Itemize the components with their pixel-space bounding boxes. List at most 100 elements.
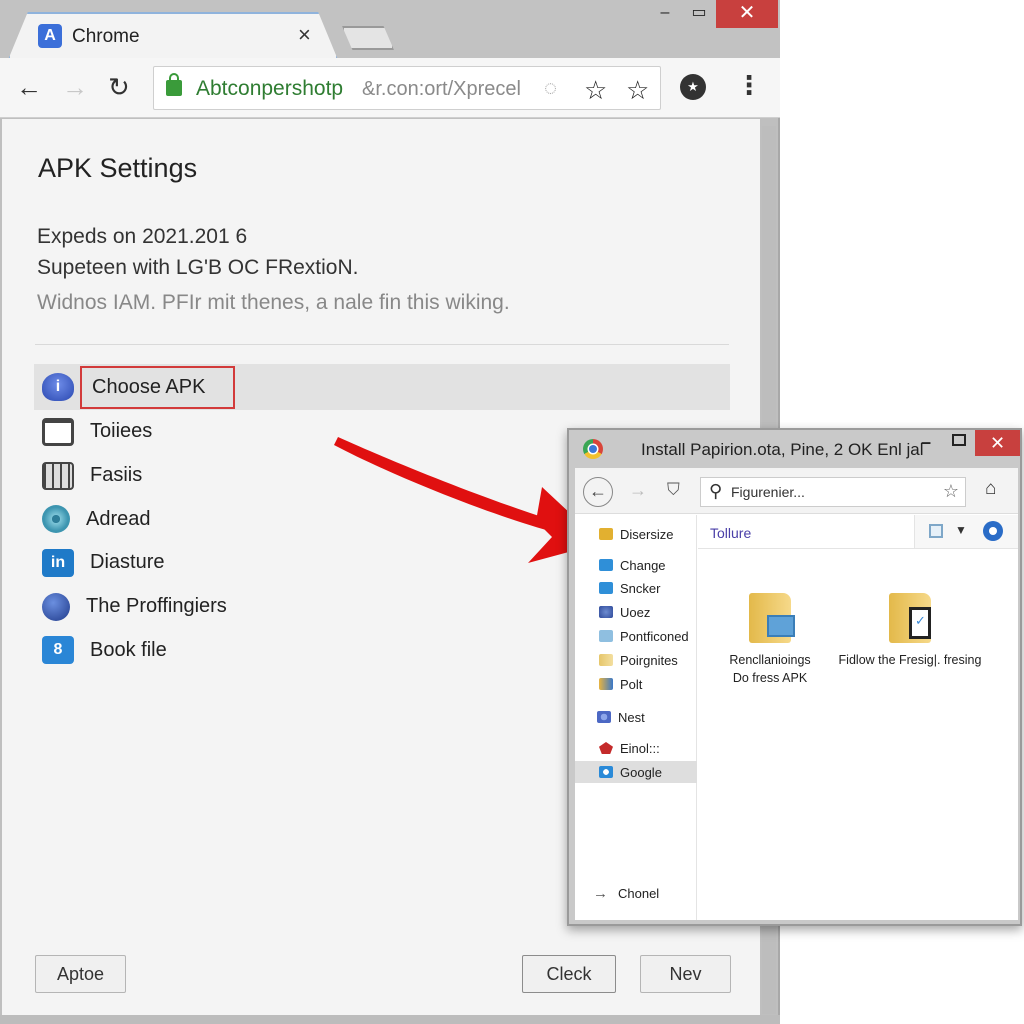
dialog-back-icon[interactable]: ←	[583, 477, 613, 507]
nav-item-label: Nest	[618, 709, 645, 725]
nav-item-google[interactable]: Google	[575, 761, 697, 783]
arrow-right-icon: →	[593, 884, 608, 902]
nav-item-poirgnites[interactable]: Poirgnites	[575, 649, 697, 671]
list-item-label: The Proffingiers	[86, 595, 227, 618]
dialog-body: ← → ⛉ ⚲ Figurenier... ☆ ⌂ Disersize Chan…	[575, 468, 1018, 920]
new-tab-button[interactable]	[342, 26, 394, 50]
nav-item-uoez[interactable]: Uoez	[575, 601, 697, 623]
close-window-button[interactable]: ✕	[716, 0, 778, 28]
file-name: Rencllanioings Do fress APK	[710, 651, 830, 687]
list-item-label: Book file	[90, 638, 167, 661]
dialog-content-header: Tollure ▼	[698, 515, 1018, 549]
forward-arrow-icon[interactable]: →	[62, 72, 88, 102]
file-item-apk[interactable]: Rencllanioings Do fress APK	[710, 593, 830, 687]
folder-icon	[749, 593, 795, 643]
url-host: Abtconpershotp	[196, 77, 344, 100]
nav-item-label: Sncker	[620, 580, 661, 596]
chevron-down-icon[interactable]: ▼	[955, 523, 967, 537]
folder-icon	[599, 630, 613, 642]
back-arrow-icon[interactable]: ←	[16, 72, 42, 102]
tab-close-icon[interactable]: ×	[298, 22, 311, 48]
dialog-maximize-button[interactable]	[952, 434, 966, 446]
reload-icon[interactable]: ↻	[108, 72, 130, 102]
nav-item-change[interactable]: Change	[575, 554, 697, 576]
dialog-toolbar: ← → ⛉ ⚲ Figurenier... ☆ ⌂	[575, 468, 1018, 514]
book-icon	[599, 678, 613, 690]
maximize-button[interactable]: ▭	[684, 0, 714, 28]
browser-toolbar: ← → ↻ Abtconpershotp &r.con:ort/Xprecel …	[0, 58, 780, 118]
apk-badge-icon	[767, 615, 795, 637]
nav-item-pontficoned[interactable]: Pontficoned	[575, 625, 697, 647]
nav-item-label: Chonel	[618, 885, 660, 901]
home-icon[interactable]: ⌂	[985, 478, 996, 500]
description-line: Supeteen with LG'B OC FRextioN.	[37, 256, 359, 279]
favorite-star-icon[interactable]: ☆	[626, 75, 649, 106]
folder-stack-icon	[599, 654, 613, 666]
dialog-title-bar: Install Papirion.ota, Pine, 2 OK Enl jal…	[569, 430, 1020, 468]
nav-item-label: Uoez	[620, 604, 651, 620]
file-item[interactable]: Fidlow the Fresig|. fresing	[830, 593, 990, 669]
nest-icon	[597, 711, 611, 723]
tab-title[interactable]: Chrome	[72, 26, 140, 48]
nav-item-einol[interactable]: Einol:::	[575, 737, 697, 759]
list-item-choose-apk[interactable]: i Choose APK	[34, 364, 730, 410]
address-bar[interactable]: Abtconpershotp &r.con:ort/Xprecel ◌ ☆ ☆	[153, 66, 661, 110]
nav-item-chonel[interactable]: → Chonel	[575, 882, 697, 904]
file-name-line: Do fress APK	[732, 671, 808, 685]
warning-bell-icon	[599, 528, 613, 540]
list-item-label: Fasiis	[90, 464, 143, 487]
nav-item-label: Einol:::	[620, 740, 660, 756]
arrow-shaft	[334, 437, 568, 535]
globe-icon	[42, 592, 70, 621]
folder-icon	[599, 559, 613, 571]
dialog-forward-icon[interactable]: →	[629, 480, 647, 501]
location-label[interactable]: Tollure	[710, 525, 751, 541]
search-icon: ⚲	[709, 481, 723, 501]
list-item-label: Adreаd	[86, 507, 151, 530]
settings-circle-icon[interactable]	[983, 521, 1003, 541]
view-mode-icon[interactable]	[929, 524, 943, 538]
nav-item-disersize[interactable]: Disersize	[575, 523, 697, 545]
folder-icon	[599, 582, 613, 594]
tab-favicon-icon: A	[38, 24, 62, 48]
list-item-label: Diasture	[90, 551, 165, 574]
linkedin-icon: in	[42, 548, 74, 577]
einol-icon	[599, 742, 613, 754]
tablet-check-icon	[909, 607, 931, 639]
list-item-label: Toiiees	[90, 420, 153, 443]
chrome-logo-icon	[583, 439, 603, 459]
divider	[35, 344, 729, 345]
dialog-nav-pane: Disersize Change Sncker Uoez Pontficoned…	[575, 515, 697, 920]
calendar-icon	[42, 417, 74, 446]
more-menu-icon[interactable]: ⋮	[736, 70, 762, 101]
nav-item-nest[interactable]: Nest	[575, 706, 697, 728]
dialog-close-button[interactable]: ✕	[975, 430, 1020, 456]
star-icon[interactable]: ☆	[943, 481, 959, 502]
info-icon: i	[42, 373, 74, 401]
folder-icon	[889, 593, 931, 643]
users-icon	[599, 606, 613, 618]
nav-item-label: Poirgnites	[620, 652, 678, 668]
minimize-button[interactable]: –	[650, 0, 680, 28]
grid-icon	[42, 461, 74, 490]
shield-icon[interactable]: ⛉	[667, 480, 680, 500]
file-name-line: Fidlow the Fresig|. fresing	[838, 653, 982, 667]
bookmark-star-icon[interactable]: ☆	[584, 75, 607, 106]
nav-item-label: Polt	[620, 676, 643, 692]
dialog-minimize-button[interactable]: –	[921, 432, 931, 453]
search-text: Figurenier...	[731, 484, 805, 500]
dialog-search-input[interactable]: ⚲ Figurenier... ☆	[700, 477, 966, 507]
nav-item-polt[interactable]: Polt	[575, 673, 697, 695]
google-icon	[599, 766, 613, 778]
url-path: &r.con:ort/Xprecel	[362, 78, 521, 100]
nav-item-label: Disersize	[620, 526, 674, 542]
aptoe-button[interactable]: Aptoe	[35, 955, 126, 993]
file-name: Fidlow the Fresig|. fresing	[830, 651, 990, 669]
nav-item-label: Pontficoned	[620, 628, 689, 644]
next-button[interactable]: Nev	[640, 955, 731, 993]
description-line: Expeds on 2021.201 6	[37, 225, 248, 248]
nav-item-sncker[interactable]: Sncker	[575, 577, 697, 599]
extension-badge-icon[interactable]: ★	[680, 74, 706, 100]
aperture-icon	[42, 505, 70, 534]
check-button[interactable]: Cleck	[522, 955, 616, 993]
